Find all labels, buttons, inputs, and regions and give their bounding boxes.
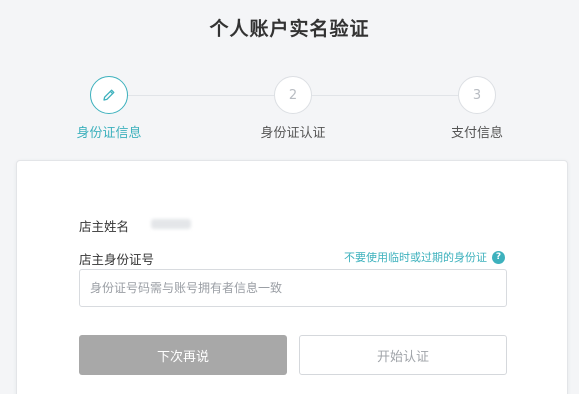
id-hint-text: 不要使用临时或过期的身份证: [344, 251, 487, 264]
step-circle: 2: [274, 76, 312, 114]
step-id-verify: 2 身份证认证: [233, 76, 353, 141]
step-label: 身份证认证: [260, 126, 326, 141]
owner-name-label: 店主姓名: [79, 219, 130, 234]
step-circle: 3: [458, 76, 496, 114]
help-icon[interactable]: ?: [492, 250, 505, 264]
step-label: 身份证信息: [76, 126, 142, 141]
start-verification-button[interactable]: 开始认证: [299, 335, 507, 375]
owner-name-value-blurred: [151, 219, 191, 229]
step-id-info: 身份证信息: [49, 76, 169, 141]
later-button[interactable]: 下次再说: [79, 335, 287, 375]
step-circle: [90, 76, 128, 114]
owner-id-label: 店主身份证号: [79, 252, 155, 267]
id-hint: 不要使用临时或过期的身份证 ?: [344, 249, 505, 265]
step-label: 支付信息: [450, 126, 503, 141]
pencil-icon: [103, 89, 115, 101]
verification-form-card: 店主姓名 店主身份证号 不要使用临时或过期的身份证 ? 下次再说 开始认证: [16, 160, 568, 394]
page-title: 个人账户实名验证: [209, 18, 370, 40]
id-number-input[interactable]: [79, 269, 507, 307]
step-payment-info: 3 支付信息: [417, 76, 537, 141]
step-indicator: 身份证信息 2 身份证认证 3 支付信息: [0, 76, 579, 146]
